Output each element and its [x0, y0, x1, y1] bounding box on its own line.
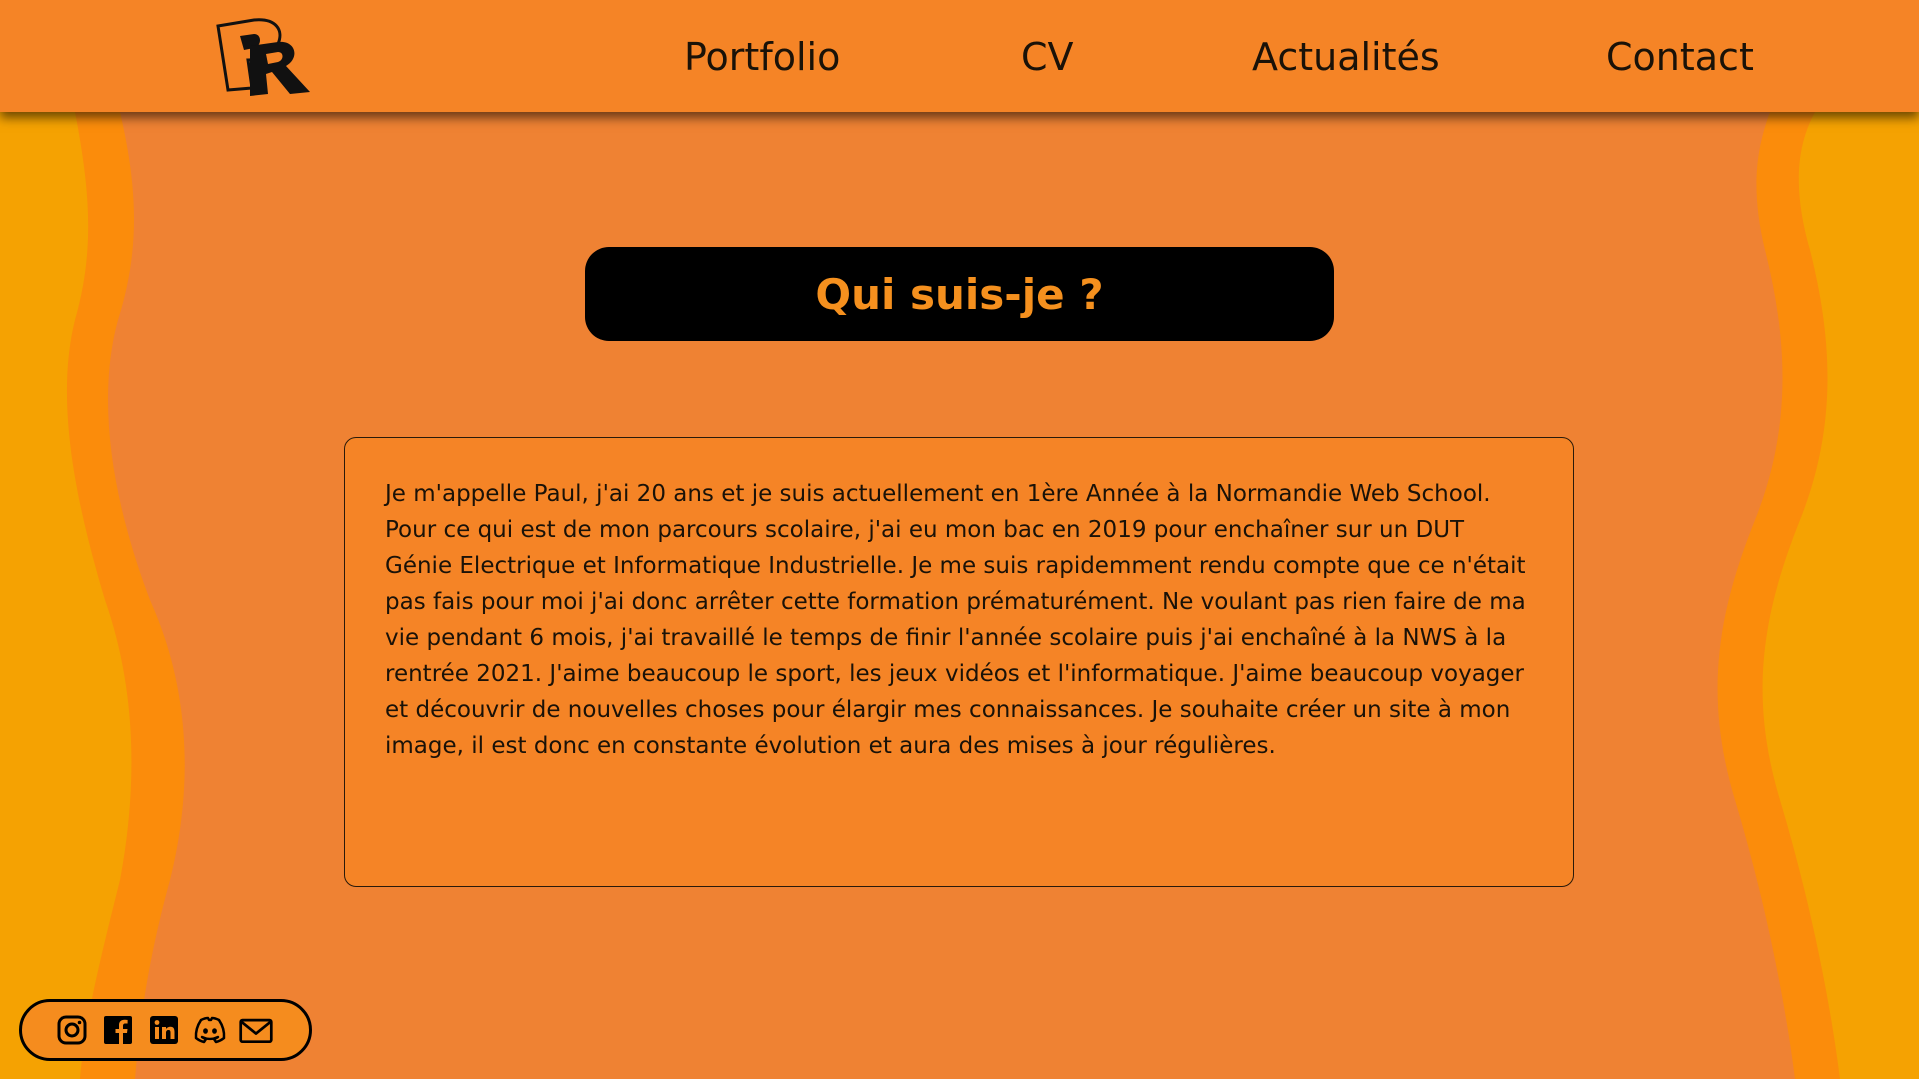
nav-contact[interactable]: Contact — [1606, 32, 1754, 82]
section-title: Qui suis-je ? — [815, 269, 1104, 319]
pr-logo-icon — [216, 18, 310, 96]
site-header: Portfolio CV Actualités Contact — [0, 0, 1919, 112]
nav-cv[interactable]: CV — [1021, 32, 1074, 82]
nav-portfolio[interactable]: Portfolio — [684, 32, 840, 82]
logo[interactable] — [214, 16, 314, 98]
social-links — [19, 999, 312, 1061]
instagram-icon[interactable] — [54, 1012, 90, 1048]
nav-actualites[interactable]: Actualités — [1252, 32, 1440, 82]
discord-icon[interactable] — [192, 1012, 228, 1048]
facebook-icon[interactable] — [100, 1012, 136, 1048]
bio-text: Je m'appelle Paul, j'ai 20 ans et je sui… — [385, 481, 1526, 759]
linkedin-icon[interactable] — [146, 1012, 182, 1048]
section-title-box: Qui suis-je ? — [585, 247, 1334, 341]
mail-icon[interactable] — [238, 1012, 274, 1048]
bio-card: Je m'appelle Paul, j'ai 20 ans et je sui… — [344, 437, 1574, 887]
